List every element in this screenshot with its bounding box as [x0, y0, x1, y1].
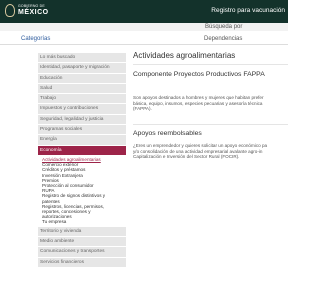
sidebar-item[interactable]: Impuestos y contribuciones	[38, 104, 126, 114]
logo-big-text: MÉXICO	[18, 8, 49, 16]
top-header: GOBIERNO DE MÉXICO Registro para vacunac…	[0, 0, 288, 23]
economia-subcategories: Actividades agroalimentarias Comercio ex…	[38, 156, 126, 227]
search-by-label: Búsqueda por	[205, 23, 243, 30]
sidebar-item[interactable]: Lo más buscado	[38, 53, 126, 63]
sidebar-item-economia[interactable]: Economía	[38, 145, 126, 155]
sidebar-item[interactable]: Educación	[38, 73, 126, 83]
sidebar-item[interactable]: Salud	[38, 83, 126, 94]
reembolsables-heading[interactable]: Apoyos reembolsables	[133, 130, 202, 137]
subcategory-link[interactable]: Tu empresa	[42, 219, 126, 224]
sidebar-item[interactable]: Programas sociales	[38, 125, 126, 135]
section-divider	[133, 124, 288, 125]
category-nav: Categorías Dependencias	[0, 32, 288, 45]
fappa-heading[interactable]: Componente Proyectos Productivos FAPPA	[133, 71, 265, 78]
title-divider	[133, 64, 288, 65]
coat-of-arms-icon	[5, 4, 15, 17]
tab-dependencies[interactable]: Dependencias	[204, 36, 242, 42]
vaccination-registration-link[interactable]: Registro para vacunación	[211, 7, 285, 14]
fappa-description: Son apoyos destinados a hombres y mujere…	[133, 95, 288, 112]
sidebar-item[interactable]: Trabajo	[38, 94, 126, 104]
hero-banner	[0, 23, 288, 31]
sidebar-item[interactable]: Servicios financieros	[38, 257, 126, 267]
main-content: Actividades agroalimentarias	[133, 51, 288, 60]
gobierno-logo[interactable]: GOBIERNO DE MÉXICO	[5, 4, 49, 17]
category-sidebar: Lo más buscado Identidad, pasaporte y mi…	[38, 53, 126, 268]
sidebar-item[interactable]: Energía	[38, 135, 126, 145]
reembolsables-description: ¿Eres un emprendedor y quieres solicitar…	[133, 143, 288, 160]
text-line: (FAPPA).	[133, 106, 152, 112]
sidebar-item[interactable]: Identidad, pasaporte y migración	[38, 63, 126, 73]
sidebar-item[interactable]: Seguridad, legalidad y justicia	[38, 114, 126, 125]
text-line: Capitalización e Inversión del Sector Ru…	[133, 154, 240, 160]
sidebar-item[interactable]: Comunicaciones y transportes	[38, 247, 126, 257]
sidebar-item[interactable]: Medio ambiente	[38, 236, 126, 247]
tab-categories[interactable]: Categorías	[21, 36, 50, 42]
sidebar-item[interactable]: Territorio y vivienda	[38, 226, 126, 236]
page-title: Actividades agroalimentarias	[133, 51, 236, 60]
text-line: ¿Eres un emprendedor y quieres solicitar…	[133, 143, 268, 148]
